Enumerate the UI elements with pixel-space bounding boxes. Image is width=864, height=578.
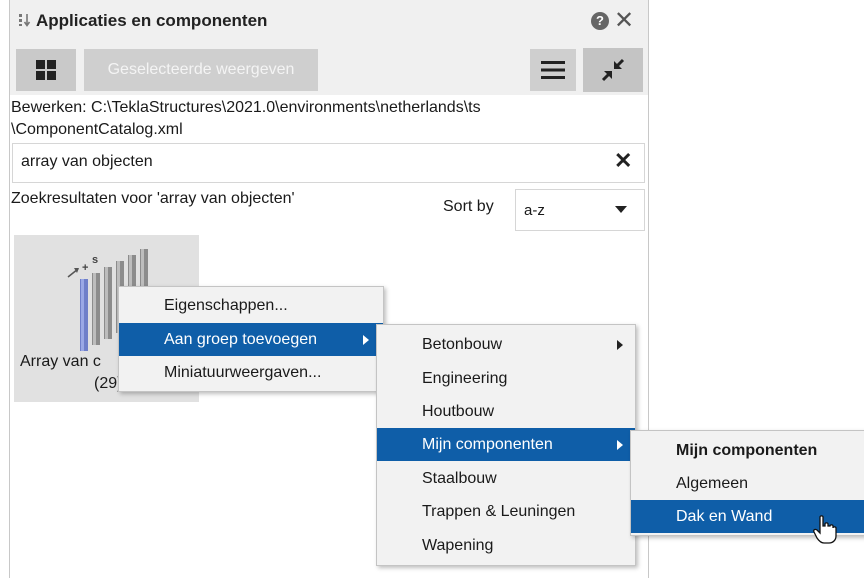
svg-text:s: s [92,254,98,266]
submenu-item-houtbouw[interactable]: Houtbouw [377,395,635,428]
hand-cursor-icon [813,515,837,544]
menu-item-label: Dak en Wand [676,508,773,525]
group-submenu: Betonbouw Engineering Houtbouw Mijn comp… [376,324,636,566]
search-value: array van objecten [21,153,153,170]
help-icon[interactable]: ? [591,12,609,30]
chevron-right-icon [363,335,369,345]
menu-item-label: Algemeen [676,475,749,492]
sort-label: Sort by [443,198,494,215]
context-menu: Eigenschappen... Aan groep toevoegen Min… [118,286,384,392]
collapse-button[interactable] [583,48,643,92]
sort-value: a-z [524,202,545,219]
catalog-path: Bewerken: C:\TeklaStructures\2021.0\envi… [11,97,631,141]
submenu-item-wapening[interactable]: Wapening [377,529,635,562]
search-input[interactable]: array van objecten ✕ [12,143,645,183]
submenu-item-trappen-leuningen[interactable]: Trappen & Leuningen [377,495,635,528]
component-name: Array van c [20,353,101,370]
menu-icon [541,61,565,79]
title-bar: Applicaties en componenten ? ✕ [10,0,648,45]
menu-item-label: Engineering [422,370,508,387]
menu-item-label: Mijn componenten [422,436,553,453]
chevron-down-icon [615,206,627,213]
submenu-item-engineering[interactable]: Engineering [377,362,635,395]
catalog-path-line-2: \ComponentCatalog.xml [11,121,183,138]
menu-item-label: Staalbouw [422,470,497,487]
close-icon[interactable]: ✕ [614,8,634,34]
menu-item-properties[interactable]: Eigenschappen... [119,289,383,322]
chevron-right-icon [617,440,623,450]
submenu-item-betonbouw[interactable]: Betonbouw [377,328,635,361]
submenu-item-mijn-componenten[interactable]: Mijn componenten [377,428,635,461]
results-label: Zoekresultaten voor 'array van objecten' [11,190,295,207]
list-view-button[interactable] [530,49,576,91]
collapse-icon [601,58,625,82]
menu-item-label: Houtbouw [422,403,495,420]
submenu-item-algemeen[interactable]: Algemeen [631,467,864,500]
grid-icon [36,60,56,80]
menu-item-thumbnails[interactable]: Miniatuurweergaven... [119,356,383,389]
menu-item-label: Aan groep toevoegen [164,331,318,348]
window-title: Applicaties en componenten [36,11,268,30]
toolbar: Geselecteerde weergeven [10,45,648,95]
menu-item-label: Trappen & Leuningen [422,503,576,520]
menu-item-label: Betonbouw [422,336,503,353]
menu-item-label: Mijn componenten [676,442,818,459]
submenu-item-staalbouw[interactable]: Staalbouw [377,462,635,495]
menu-item-add-to-group[interactable]: Aan groep toevoegen [119,323,383,356]
grid-view-button[interactable] [16,49,76,91]
menu-item-label: Wapening [422,537,494,554]
sort-az-icon [19,14,31,27]
chevron-right-icon [617,340,623,350]
svg-text:+: + [82,262,88,274]
show-selected-button[interactable]: Geselecteerde weergeven [84,49,318,91]
catalog-path-line-1: Bewerken: C:\TeklaStructures\2021.0\envi… [11,99,481,116]
submenu-item-mijn-componenten-header[interactable]: Mijn componenten [631,434,864,467]
menu-item-label: Eigenschappen... [164,297,288,314]
clear-search-icon[interactable]: ✕ [614,148,632,174]
sort-select[interactable]: a-z [515,189,645,231]
menu-item-label: Miniatuurweergaven... [164,364,322,381]
